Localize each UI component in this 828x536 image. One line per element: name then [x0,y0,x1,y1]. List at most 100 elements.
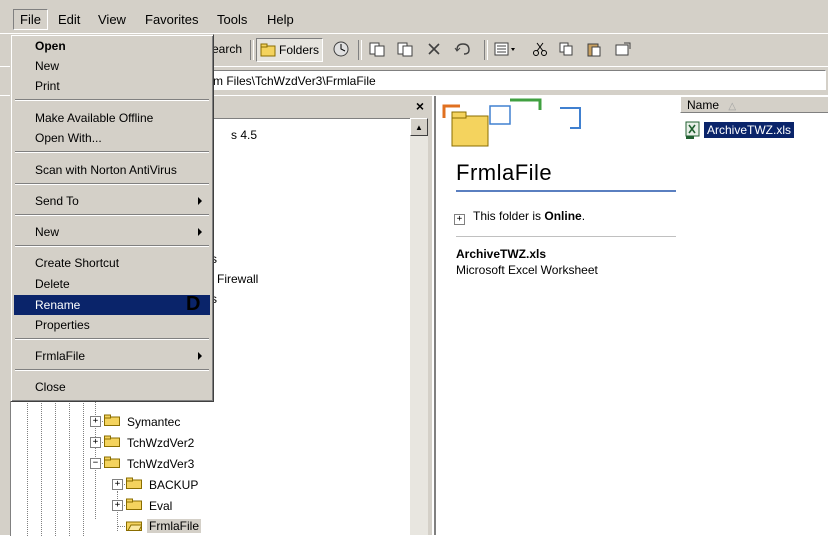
file-item[interactable]: ArchiveTWZ.xls [684,120,794,140]
menu-item-print[interactable]: Print [14,76,210,96]
menu-item-new[interactable]: New [14,222,210,242]
menu-tools[interactable]: Tools [217,12,247,27]
menu-item-rename[interactable]: Rename [14,295,210,315]
folder-icon [104,435,120,447]
toolbar-separator [358,40,362,60]
tree-item-eval[interactable]: Eval [149,499,172,513]
column-header-name[interactable]: Name △ [680,96,828,113]
online-status-line: + This folder is Online. [454,209,586,225]
menu-item-close[interactable]: Close [14,377,210,397]
expand-toggle[interactable]: + [454,214,465,225]
search-button[interactable]: earch [212,38,242,60]
open-folder-icon [126,521,142,531]
menu-item-label: Send To [35,194,79,208]
menu-item-scan-norton[interactable]: Scan with Norton AntiVirus [14,160,210,180]
excel-file-icon [685,121,700,139]
info-divider [456,236,676,237]
delete-icon [428,43,440,55]
tree-item-symantec[interactable]: Symantec [127,415,180,429]
menu-item-frmlafile[interactable]: FrmlaFile [14,346,210,366]
expand-toggle[interactable]: + [112,500,123,511]
menu-item-label: New [35,225,60,239]
menu-favorites[interactable]: Favorites [145,12,198,27]
undo-icon [454,43,470,55]
menu-help[interactable]: Help [267,12,294,27]
folder-icon [126,477,142,489]
undo-button[interactable] [454,38,472,60]
content-pane: FrmlaFile + This folder is Online. Archiv… [434,96,828,535]
copy-to-button[interactable] [396,38,414,60]
menu-edit[interactable]: Edit [58,12,80,27]
search-label: earch [212,42,243,56]
address-input[interactable]: m Files\TchWzdVer3\FrmlaFile [200,70,826,90]
paste-button[interactable] [586,38,602,60]
copy-to-icon [397,42,413,57]
online-prefix: This folder is [473,209,545,223]
menu-item-new-window[interactable]: New [14,56,210,76]
close-icon[interactable]: × [416,98,424,114]
menu-item-open[interactable]: Open [14,36,210,56]
column-name-label: Name [687,98,720,112]
folder-icon [104,456,120,468]
menu-item-send-to[interactable]: Send To [14,191,210,211]
tree-item-tchwzdver3[interactable]: TchWzdVer3 [127,457,194,471]
file-item-label: ArchiveTWZ.xls [704,122,794,138]
move-to-button[interactable] [368,38,386,60]
menu-separator [15,151,209,153]
copy-icon [559,42,573,56]
submenu-arrow-icon [198,352,202,360]
cut-button[interactable] [532,38,548,60]
menu-item-properties[interactable]: Properties [14,315,210,335]
move-to-icon [369,42,385,57]
menu-separator [15,245,209,247]
tree-guide-line [117,491,118,531]
folder-pane-header: × [200,96,432,116]
menu-separator [15,99,209,101]
folder-icon [126,498,142,510]
selected-file-name: ArchiveTWZ.xls [456,247,547,261]
tree-partial-label: l Firewall [211,272,259,286]
expand-toggle[interactable]: + [90,437,101,448]
scroll-up-arrow-icon[interactable]: ▲ [410,118,428,136]
submenu-arrow-icon [198,228,202,236]
folders-label: Folders [279,43,320,57]
toolbar-separator [250,40,254,60]
submenu-arrow-icon [198,197,202,205]
tree-item-tchwzdver2[interactable]: TchWzdVer2 [127,436,194,450]
copy-button[interactable] [558,38,574,60]
folder-info-panel: FrmlaFile + This folder is Online. Archiv… [436,96,676,535]
selected-file-type: Microsoft Excel Worksheet [456,263,598,277]
views-button[interactable] [494,38,516,60]
menu-separator [15,183,209,185]
menu-separator [15,214,209,216]
folder-title: FrmlaFile [456,160,553,185]
menu-view[interactable]: View [98,12,126,27]
file-menu: Open New Print Make Available Offline Op… [10,34,214,402]
folders-icon [260,43,276,57]
tree-scrollbar[interactable]: ▲ [410,118,428,535]
online-suffix: . [581,209,586,223]
menu-item-open-with[interactable]: Open With... [14,128,210,148]
delete-button[interactable] [426,38,442,60]
menu-separator [15,338,209,340]
properties-icon [615,42,631,56]
tree-item-frmlafile[interactable]: FrmlaFile [147,519,201,533]
history-button[interactable] [332,38,350,60]
folder-icon [104,414,120,426]
folder-banner-icon [442,98,581,147]
menu-item-delete[interactable]: Delete [14,274,210,294]
collapse-toggle[interactable]: − [90,458,101,469]
properties-button[interactable] [614,38,632,60]
expand-toggle[interactable]: + [112,479,123,490]
tree-partial-label: s 4.5 [231,128,258,142]
title-divider [456,190,676,192]
paste-icon [587,43,601,57]
menu-file[interactable]: File [13,9,48,30]
folders-button[interactable]: Folders [256,38,324,62]
expand-toggle[interactable]: + [90,416,101,427]
annotation-label: D [186,293,201,315]
menu-item-create-shortcut[interactable]: Create Shortcut [14,253,210,273]
tree-item-backup[interactable]: BACKUP [149,478,198,492]
menu-item-make-available-offline[interactable]: Make Available Offline [14,108,210,128]
menu-separator [15,369,209,371]
